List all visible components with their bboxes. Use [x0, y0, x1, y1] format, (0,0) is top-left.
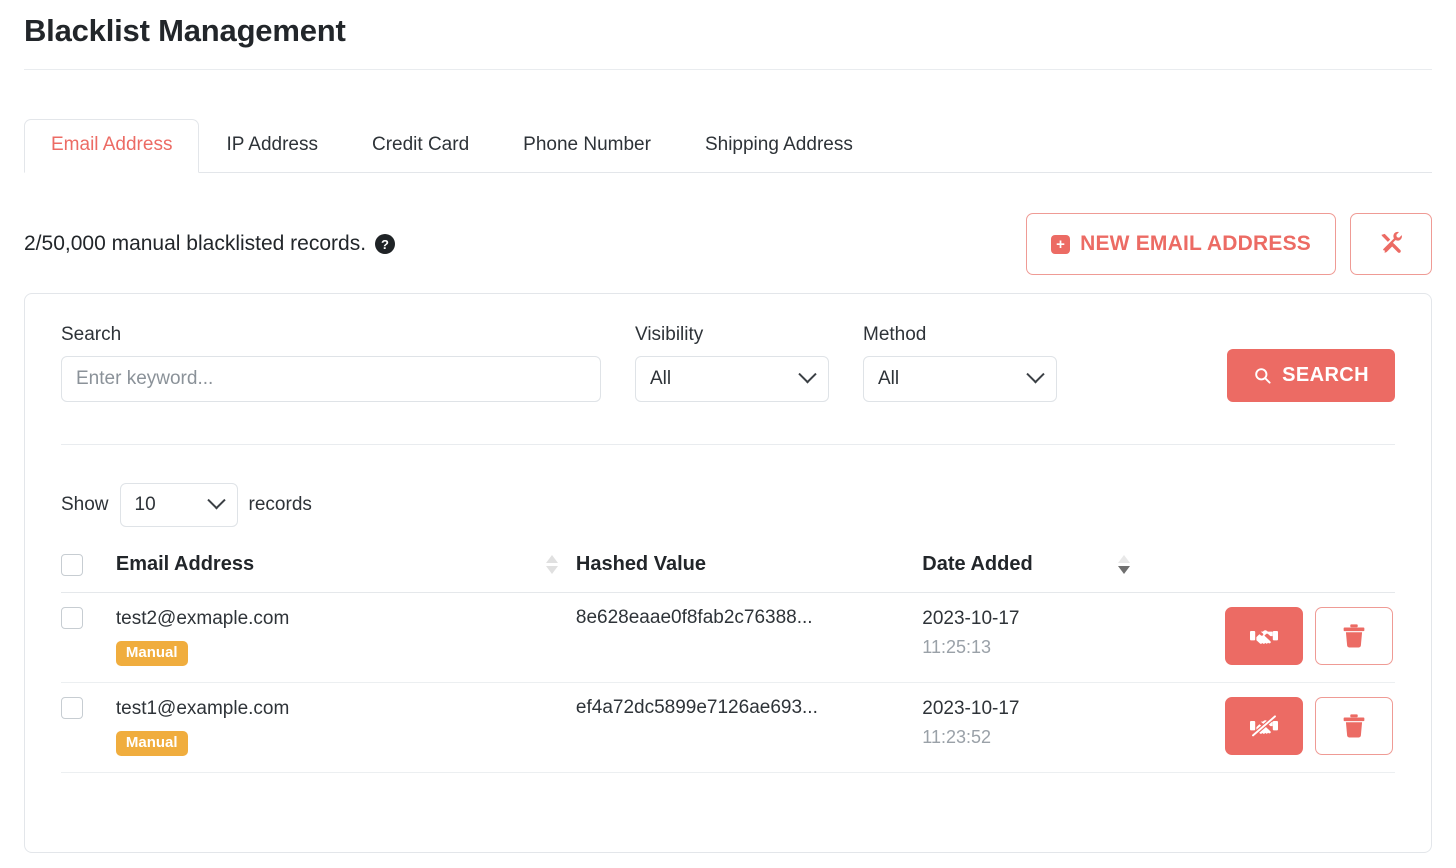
counter-actions: + NEW EMAIL ADDRESS — [1026, 213, 1432, 276]
row-select-cell — [61, 682, 116, 774]
select-all-checkbox[interactable] — [61, 553, 83, 576]
trash-icon — [1343, 624, 1365, 648]
row-actions-cell — [1147, 682, 1395, 774]
trash-icon — [1343, 714, 1365, 738]
row-date-cell: 2023-10-17 11:25:13 — [922, 592, 1148, 684]
handshake-slash-icon — [1250, 712, 1278, 740]
row-time-value: 11:23:52 — [922, 726, 992, 747]
header-hashed-value-label: Hashed Value — [575, 552, 706, 575]
row-time-value: 11:25:13 — [922, 636, 992, 657]
status-badge: Manual — [115, 640, 188, 667]
records-table: Email Address Hashed Value Date Added te… — [61, 552, 1395, 774]
method-field-group: Method All — [863, 324, 1057, 402]
table-body: test2@exmaple.com Manual 8e628eaae0f8fab… — [61, 592, 1395, 774]
handshake-icon — [1250, 622, 1278, 650]
row-email-value: test2@exmaple.com — [115, 607, 290, 629]
tab-credit-card[interactable]: Credit Card — [345, 119, 496, 173]
visibility-value: All — [650, 367, 672, 389]
page-size-row: Show 10 records — [61, 482, 1395, 527]
tab-shipping-address[interactable]: Shipping Address — [678, 119, 880, 173]
search-button[interactable]: SEARCH — [1227, 348, 1395, 402]
whitelist-button[interactable] — [1225, 606, 1303, 665]
header-date-added-label: Date Added — [922, 552, 1033, 575]
blacklist-management-page: Blacklist Management Email Address IP Ad… — [0, 0, 1456, 868]
record-counter: 2/50,000 manual blacklisted records. ? — [24, 232, 396, 256]
row-email-cell: test1@example.com Manual — [115, 682, 576, 774]
counter-row: 2/50,000 manual blacklisted records. ? +… — [24, 213, 1432, 276]
page-title: Blacklist Management — [24, 13, 346, 48]
filter-bar: Search Visibility All Method All — [61, 324, 1395, 402]
question-circle-icon[interactable]: ? — [375, 234, 396, 255]
row-date-value: 2023-10-17 — [922, 698, 1020, 720]
status-badge: Manual — [115, 730, 188, 757]
new-email-address-label: NEW EMAIL ADDRESS — [1080, 232, 1311, 256]
show-label: Show — [61, 493, 109, 515]
blacklist-button[interactable] — [1225, 697, 1303, 756]
chevron-down-icon — [1026, 365, 1045, 384]
row-checkbox[interactable] — [61, 606, 83, 629]
header-hashed-value: Hashed Value — [575, 552, 923, 593]
page-size-select[interactable]: 10 — [119, 482, 238, 527]
row-hash-cell: ef4a72dc5899e7126ae693... — [575, 682, 923, 774]
row-actions-cell — [1147, 592, 1395, 684]
tools-button[interactable] — [1350, 213, 1432, 276]
new-email-address-button[interactable]: + NEW EMAIL ADDRESS — [1026, 213, 1336, 276]
chevron-down-icon — [206, 491, 226, 510]
search-field-group: Search — [61, 324, 601, 402]
record-counter-text: 2/50,000 manual blacklisted records. — [24, 232, 367, 256]
filter-divider — [61, 443, 1395, 445]
search-button-label: SEARCH — [1282, 363, 1369, 386]
row-hash-cell: 8e628eaae0f8fab2c76388... — [575, 592, 923, 684]
chevron-down-icon — [798, 365, 817, 384]
table-header-row: Email Address Hashed Value Date Added — [61, 552, 1395, 593]
search-icon — [1253, 366, 1272, 385]
method-value: All — [878, 367, 900, 389]
header-email-address-label: Email Address — [115, 552, 255, 575]
method-label: Method — [863, 324, 927, 346]
header-select-all — [61, 552, 116, 593]
method-select[interactable]: All — [863, 355, 1057, 402]
table-row: test1@example.com Manual ef4a72dc5899e71… — [61, 682, 1395, 774]
search-label: Search — [61, 324, 122, 346]
table-head: Email Address Hashed Value Date Added — [61, 552, 1395, 593]
header-actions — [1147, 552, 1395, 593]
table-row: test2@exmaple.com Manual 8e628eaae0f8fab… — [61, 592, 1395, 684]
page-size-wrap: 10 — [119, 482, 238, 527]
delete-button[interactable] — [1315, 697, 1393, 756]
header-email-address[interactable]: Email Address — [115, 552, 576, 593]
visibility-field-group: Visibility All — [635, 324, 829, 402]
row-select-cell — [61, 592, 116, 684]
page-size-value: 10 — [134, 493, 156, 515]
tab-ip-address[interactable]: IP Address — [199, 119, 345, 173]
search-button-wrap: SEARCH — [1227, 348, 1395, 402]
visibility-label: Visibility — [635, 324, 704, 346]
sort-icon-date-added[interactable] — [1117, 554, 1130, 574]
tab-email-address[interactable]: Email Address — [24, 119, 200, 174]
plus-square-icon: + — [1051, 234, 1071, 254]
header-date-added[interactable]: Date Added — [922, 552, 1148, 593]
row-date-cell: 2023-10-17 11:23:52 — [922, 682, 1148, 774]
row-checkbox[interactable] — [61, 697, 83, 720]
tools-icon — [1378, 231, 1404, 257]
records-card: Search Visibility All Method All — [24, 293, 1432, 854]
delete-button[interactable] — [1315, 606, 1393, 665]
row-date-value: 2023-10-17 — [922, 607, 1020, 629]
sort-icon-email-address[interactable] — [545, 554, 558, 574]
row-email-cell: test2@exmaple.com Manual — [115, 592, 576, 684]
tab-phone-number[interactable]: Phone Number — [496, 119, 678, 173]
row-email-value: test1@example.com — [115, 698, 290, 720]
tab-bar: Email Address IP Address Credit Card Pho… — [24, 116, 1432, 174]
search-input[interactable] — [61, 355, 601, 402]
visibility-select[interactable]: All — [635, 355, 829, 402]
records-label: records — [248, 493, 312, 515]
title-divider — [24, 69, 1432, 71]
